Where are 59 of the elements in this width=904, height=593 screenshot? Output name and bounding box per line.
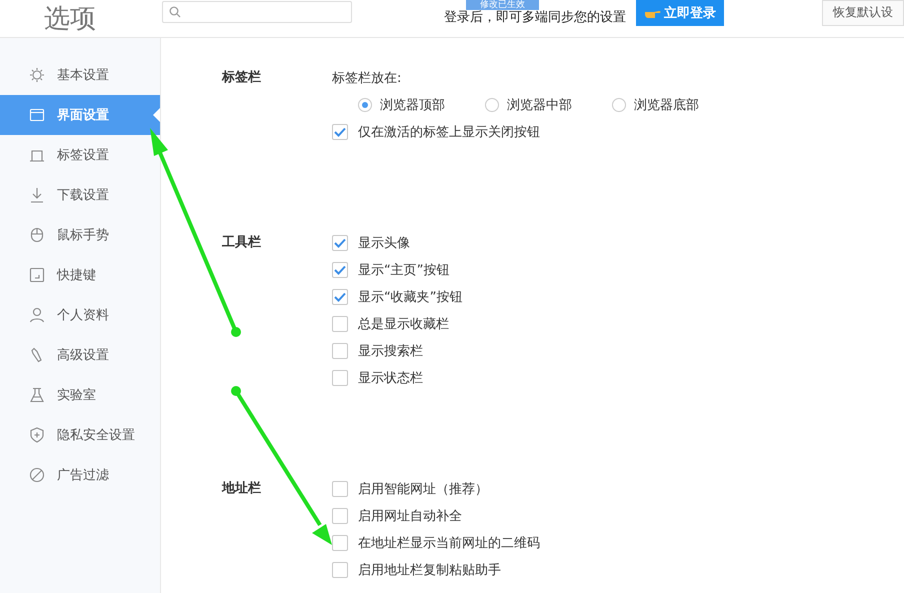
checkbox-label: 显示搜索栏 (358, 342, 423, 360)
radio-option[interactable]: 浏览器中部 (485, 96, 572, 114)
reset-button[interactable]: 恢复默认设 (822, 0, 904, 26)
checkbox[interactable] (332, 370, 348, 386)
sun-icon (29, 67, 45, 83)
page-title: 选项 (44, 3, 97, 36)
sidebar-item[interactable]: 高级设置 (0, 335, 160, 375)
download-icon (29, 187, 45, 203)
section-title: 工具栏 (222, 234, 262, 252)
keyboard-key-icon (29, 267, 45, 283)
checkbox-label: 显示头像 (358, 234, 410, 252)
radio-label: 浏览器顶部 (380, 96, 445, 114)
checkbox-label: 启用网址自动补全 (358, 508, 462, 524)
window-icon (29, 107, 45, 123)
mouse-icon (29, 227, 45, 243)
radio-label: 浏览器底部 (634, 96, 699, 114)
checkbox-label: 在地址栏显示当前网址的二维码 (358, 534, 540, 552)
section-title: 地址栏 (222, 480, 262, 498)
checkbox[interactable] (332, 534, 348, 550)
shield-icon (29, 427, 45, 443)
search-icon (169, 6, 181, 18)
flask-icon (29, 387, 45, 403)
checkbox[interactable] (332, 480, 348, 496)
checkbox[interactable] (332, 316, 348, 332)
radio-option[interactable]: 浏览器顶部 (358, 96, 445, 114)
radio-option[interactable]: 浏览器底部 (612, 96, 699, 114)
radio-button[interactable] (358, 98, 372, 112)
checkbox-label: 启用地址栏复制粘贴助手 (358, 562, 501, 578)
checkbox[interactable] (332, 124, 348, 140)
checkbox-label: 显示“收藏夹”按钮 (358, 288, 462, 306)
checkbox[interactable] (332, 508, 348, 524)
checkbox-label: 仅在激活的标签上显示关闭按钮 (358, 124, 540, 140)
sidebar-item[interactable]: 基本设置 (0, 55, 160, 95)
sidebar-item[interactable]: 个人资料 (0, 295, 160, 335)
checkbox[interactable] (332, 342, 348, 358)
sidebar-item[interactable]: 快捷键 (0, 255, 160, 295)
sidebar-item[interactable]: 下载设置 (0, 175, 160, 215)
option-label: 标签栏放在: (332, 70, 402, 88)
section-title: 标签栏 (222, 69, 262, 87)
checkbox[interactable] (332, 234, 348, 250)
login-hint: 登录后，即可多端同步您的设置 (444, 8, 626, 26)
checkbox-label: 总是显示收藏栏 (358, 316, 449, 332)
sidebar-item[interactable]: 广告过滤 (0, 455, 160, 495)
block-icon (29, 467, 45, 483)
person-icon (29, 307, 45, 323)
sidebar-item[interactable]: 标签设置 (0, 135, 160, 175)
radio-label: 浏览器中部 (507, 96, 572, 114)
checkbox[interactable] (332, 262, 348, 278)
sidebar-item[interactable]: 实验室 (0, 375, 160, 415)
checkbox[interactable] (332, 288, 348, 304)
search-field[interactable] (162, 0, 352, 22)
sidebar-item[interactable]: 隐私安全设置 (0, 415, 160, 455)
sidebar-item[interactable]: 鼠标手势 (0, 215, 160, 255)
checkbox-label: 显示“主页”按钮 (358, 262, 450, 278)
checkbox[interactable] (332, 562, 348, 578)
checkbox-label: 显示状态栏 (358, 370, 423, 386)
checkbox-label: 启用智能网址（推荐） (358, 480, 488, 498)
radio-button[interactable] (485, 98, 499, 112)
radio-button[interactable] (612, 98, 626, 112)
